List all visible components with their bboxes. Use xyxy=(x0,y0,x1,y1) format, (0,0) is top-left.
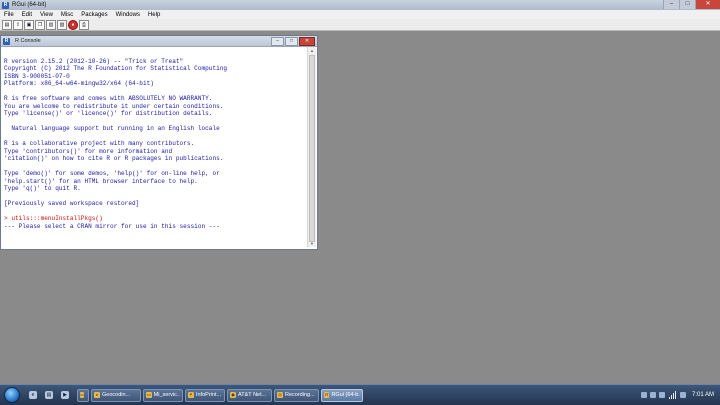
explorer-icon[interactable]: ▤ xyxy=(45,391,53,399)
task-app-icon: R xyxy=(324,392,330,398)
taskbar-button[interactable]: ◉ AT&T Net... xyxy=(227,388,272,402)
taskbar-button[interactable]: ▭ Mi_servic... xyxy=(143,388,183,402)
open-script-icon[interactable]: ▤ xyxy=(2,19,12,30)
minimize-button[interactable]: – xyxy=(663,0,679,9)
console-line: R is a collaborative project with many c… xyxy=(4,140,195,147)
tray-icon[interactable] xyxy=(640,392,647,398)
task-app-icon: e xyxy=(94,392,100,398)
scroll-down-arrow-icon[interactable]: ▼ xyxy=(308,240,316,247)
copy-icon[interactable]: ❐ xyxy=(35,19,45,30)
task-buttons: ▭ e Geocodin... ▭ Mi_servic... P InfoPrint... ◉… xyxy=(77,388,365,402)
console-line: R version 2.15.2 (2012-10-26) -- "Trick … xyxy=(4,57,184,65)
console-close-button[interactable]: ✕ xyxy=(299,37,315,46)
copy-paste-icon[interactable]: ▧ xyxy=(57,19,67,30)
menu-windows[interactable]: Windows xyxy=(112,12,144,18)
taskbar: e ▤ ▶ ▭ e Geocodin... ▭ Mi_servic... P InfoPri… xyxy=(0,384,720,405)
console-output[interactable]: R version 2.15.2 (2012-10-26) -- "Trick … xyxy=(4,50,307,245)
task-label: Mi_servic... xyxy=(153,392,180,398)
save-workspace-icon[interactable]: ▣ xyxy=(24,19,34,30)
task-label: InfoPrint... xyxy=(196,392,222,398)
task-label: Recording... xyxy=(285,392,315,398)
console-line: Platform: x86_64-w64-mingw32/x64 (64-bit… xyxy=(4,80,154,87)
taskbar-button[interactable]: e Geocodin... xyxy=(91,388,141,402)
console-line: --- Please select a CRAN mirror for use … xyxy=(4,222,220,230)
console-line: Type 'q()' to quit R. xyxy=(4,185,81,192)
task-label: Geocodin... xyxy=(102,392,131,398)
console-line: R is free software and comes with ABSOLU… xyxy=(4,95,213,102)
task-label: AT&T Net... xyxy=(238,392,267,398)
start-button[interactable] xyxy=(4,387,20,403)
console-title: R Console xyxy=(15,38,41,44)
system-tray: 7:01 AM xyxy=(638,385,720,405)
menu-packages[interactable]: Packages xyxy=(77,12,111,18)
console-titlebar[interactable]: R R Console – □ ✕ xyxy=(1,36,317,47)
media-icon[interactable]: ▶ xyxy=(61,391,69,399)
print-icon[interactable]: ⎙ xyxy=(79,19,89,30)
console-line: Copyright (C) 2012 The R Foundation for … xyxy=(4,65,228,72)
r-app-icon: R xyxy=(2,1,9,9)
scroll-up-arrow-icon[interactable]: ▲ xyxy=(308,47,316,54)
taskbar-button[interactable]: R RGui (64-b... xyxy=(321,388,363,402)
r-console-icon: R xyxy=(3,37,10,45)
quick-launch: e ▤ ▶ xyxy=(25,391,73,399)
r-console-window[interactable]: R R Console – □ ✕ R version 2.15.2 (2012… xyxy=(0,35,318,250)
scroll-thumb[interactable] xyxy=(309,55,315,242)
window-controls: – □ ✕ xyxy=(663,0,720,9)
toolbar: ▤ ⇪ ▣ ❐ ▥ ▧ ● ⎙ xyxy=(0,19,720,31)
taskbar-button[interactable]: P InfoPrint... xyxy=(185,388,225,402)
network-signal-icon[interactable] xyxy=(668,391,677,399)
menu-misc[interactable]: Misc xyxy=(57,12,77,18)
task-app-icon: ◉ xyxy=(230,392,236,398)
tray-icon[interactable] xyxy=(658,392,665,398)
console-scrollbar[interactable]: ▲ ▼ xyxy=(307,47,316,247)
console-line: Type 'contributors()' for more informati… xyxy=(4,147,173,155)
console-line: Natural language support but running in … xyxy=(4,125,220,132)
tray-icon[interactable] xyxy=(649,392,656,398)
console-controls: – □ ✕ xyxy=(270,37,315,46)
task-label: RGui (64-b... xyxy=(331,392,360,398)
taskbar-button[interactable]: ◎ Recording... xyxy=(274,388,319,402)
task-app-icon: ▭ xyxy=(146,392,152,398)
volume-icon[interactable] xyxy=(679,392,686,398)
load-workspace-icon[interactable]: ⇪ xyxy=(13,19,23,30)
paste-icon[interactable]: ▥ xyxy=(46,19,56,30)
task-app-icon: P xyxy=(188,392,194,398)
menu-edit[interactable]: Edit xyxy=(18,12,36,18)
console-line: 'help.start()' for an HTML browser inter… xyxy=(4,177,198,185)
menu-help[interactable]: Help xyxy=(144,12,164,18)
window-title: RGui (64-bit) xyxy=(12,2,47,8)
console-maximize-button[interactable]: □ xyxy=(285,37,298,46)
ie-icon[interactable]: e xyxy=(29,391,37,399)
task-app-icon: ◎ xyxy=(277,392,283,398)
clock[interactable]: 7:01 AM xyxy=(692,392,714,398)
menu-file[interactable]: File xyxy=(0,12,18,18)
taskbar-button[interactable]: ▭ xyxy=(77,388,89,402)
menu-view[interactable]: View xyxy=(36,12,57,18)
maximize-button[interactable]: □ xyxy=(679,0,695,9)
console-line: [Previously saved workspace restored] xyxy=(4,200,140,207)
console-line: 'citation()' on how to cite R or R packa… xyxy=(4,155,224,162)
console-line: ISBN 3-900051-07-0 xyxy=(4,72,70,80)
console-line: You are welcome to redistribute it under… xyxy=(4,102,224,110)
console-minimize-button[interactable]: – xyxy=(271,37,284,46)
console-line: Type 'demo()' for some demos, 'help()' f… xyxy=(4,170,220,177)
console-line: > utils:::menuInstallPkgs() xyxy=(4,215,103,222)
close-button[interactable]: ✕ xyxy=(695,0,720,9)
stop-icon[interactable]: ● xyxy=(68,19,78,30)
console-line: Type 'license()' or 'licence()' for dist… xyxy=(4,110,213,117)
task-app-icon: ▭ xyxy=(80,392,84,398)
